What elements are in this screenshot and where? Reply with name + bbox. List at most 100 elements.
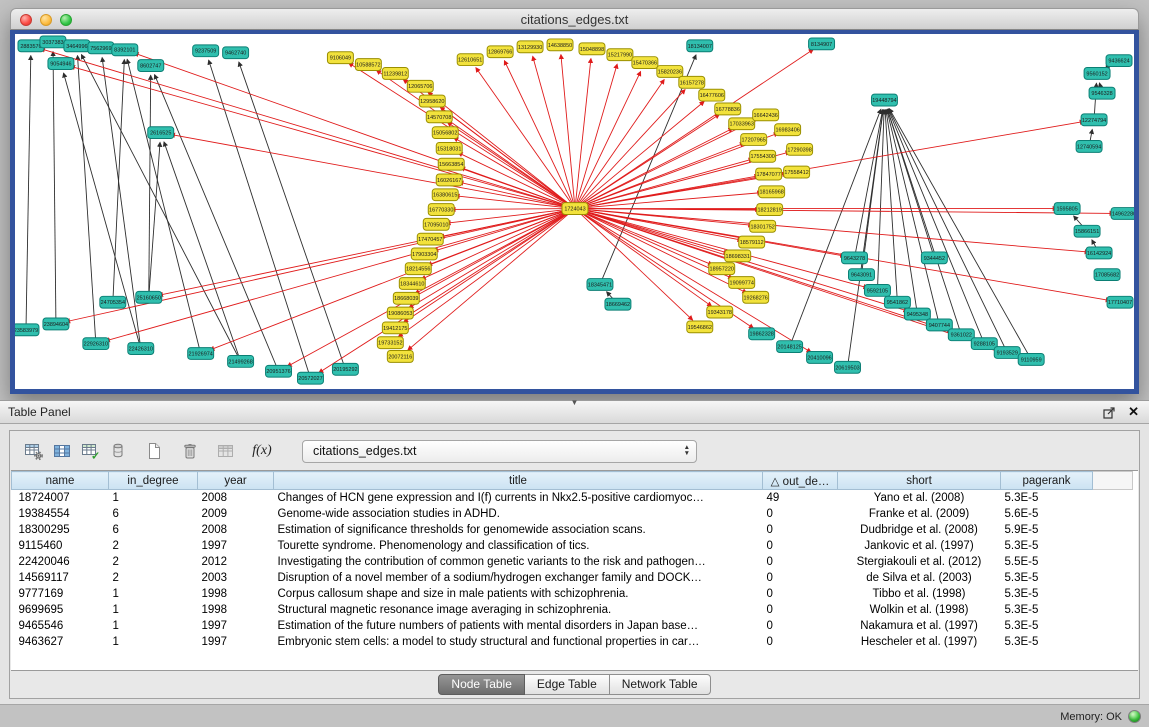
network-node[interactable]: 17290398: [787, 143, 813, 155]
column-header-short[interactable]: short: [838, 472, 1001, 490]
network-node[interactable]: 24705354: [100, 296, 126, 308]
network-node[interactable]: 20072116: [387, 351, 413, 363]
close-window-button[interactable]: [20, 14, 32, 26]
table-row[interactable]: 911546021997Tourette syndrome. Phenomeno…: [12, 538, 1133, 554]
table-cell[interactable]: Estimation of the future numbers of pati…: [274, 618, 763, 634]
column-header-name[interactable]: name: [12, 472, 109, 490]
network-node[interactable]: 8602747: [138, 60, 164, 72]
network-node[interactable]: 9643091: [849, 269, 875, 281]
network-node[interactable]: 7562969: [88, 42, 114, 54]
table-cell[interactable]: 18300295: [12, 522, 109, 538]
network-node[interactable]: 3464996: [64, 40, 90, 52]
network-node[interactable]: 9106049: [327, 52, 353, 64]
column-header-year[interactable]: year: [198, 472, 274, 490]
network-node[interactable]: 9541862: [884, 296, 910, 308]
network-node[interactable]: 16778836: [715, 103, 741, 115]
network-node[interactable]: 15318031: [436, 142, 462, 154]
column-header-out-de[interactable]: △ out_de…: [763, 472, 838, 490]
network-node[interactable]: 18301752: [750, 220, 776, 232]
network-canvas[interactable]: 1724043910604910588572112398121206570612…: [15, 34, 1134, 389]
network-node[interactable]: 15866151: [1074, 225, 1100, 237]
network-node[interactable]: 9546328: [1089, 87, 1115, 99]
network-node[interactable]: 17033963: [729, 118, 755, 130]
network-node[interactable]: 16983406: [775, 124, 801, 136]
table-cell[interactable]: 1: [109, 618, 198, 634]
table-cell[interactable]: Embryonic stem cells: a model to study s…: [274, 634, 763, 650]
network-node[interactable]: 20410096: [807, 352, 833, 364]
network-node[interactable]: 17710407: [1107, 296, 1133, 308]
network-node[interactable]: 15217990: [607, 49, 633, 61]
table-cell[interactable]: 6: [109, 506, 198, 522]
network-node[interactable]: 9193529: [994, 347, 1020, 359]
network-node[interactable]: 18669462: [605, 298, 631, 310]
table-cell[interactable]: Structural magnetic resonance image aver…: [274, 602, 763, 618]
table-cell[interactable]: 19384554: [12, 506, 109, 522]
network-node[interactable]: 18165968: [759, 186, 785, 198]
table-cell[interactable]: 1997: [198, 618, 274, 634]
network-node[interactable]: 20195292: [332, 363, 358, 375]
table-cell[interactable]: Nakamura et al. (1997): [838, 618, 1001, 634]
table-cell[interactable]: 9465546: [12, 618, 109, 634]
table-cell[interactable]: 2: [109, 554, 198, 570]
table-cell[interactable]: 0: [763, 634, 838, 650]
table-cell[interactable]: 22420046: [12, 554, 109, 570]
float-panel-icon[interactable]: [1103, 406, 1116, 419]
table-cell[interactable]: Genome-wide association studies in ADHD.: [274, 506, 763, 522]
column-header-in-degree[interactable]: in_degree: [109, 472, 198, 490]
table-cell[interactable]: 5.3E-5: [1001, 618, 1093, 634]
network-node[interactable]: 14638850: [547, 39, 573, 51]
table-row[interactable]: 946362711997Embryonic stem cells: a mode…: [12, 634, 1133, 650]
table-cell[interactable]: 2003: [198, 570, 274, 586]
table-mode-icon[interactable]: [20, 439, 48, 463]
network-node[interactable]: 9361022: [948, 329, 974, 341]
table-cell[interactable]: 9463627: [12, 634, 109, 650]
table-cell[interactable]: Estimation of significance thresholds fo…: [274, 522, 763, 538]
network-node[interactable]: 12740594: [1076, 141, 1102, 153]
table-cell[interactable]: 2008: [198, 522, 274, 538]
tab-network-table[interactable]: Network Table: [610, 674, 711, 695]
table-row[interactable]: 2242004622012Investigating the contribut…: [12, 554, 1133, 570]
table-cell[interactable]: 6: [109, 522, 198, 538]
table-cell[interactable]: 1: [109, 602, 198, 618]
table-cell[interactable]: 2012: [198, 554, 274, 570]
table-select-dropdown[interactable]: citations_edges.txt ▲ ▼: [302, 440, 697, 463]
network-node[interactable]: 16026167: [436, 174, 462, 186]
table-cell[interactable]: 1: [109, 586, 198, 602]
new-document-icon[interactable]: [140, 439, 168, 463]
network-node[interactable]: 12958620: [419, 95, 445, 107]
network-node[interactable]: 18579112: [739, 236, 765, 248]
column-header-pagerank[interactable]: pagerank: [1001, 472, 1093, 490]
table-cell[interactable]: Corpus callosum shape and size in male p…: [274, 586, 763, 602]
network-node[interactable]: 23894604: [43, 318, 69, 330]
table-cell[interactable]: Changes of HCN gene expression and I(f) …: [274, 490, 763, 506]
table-cell[interactable]: 2: [109, 570, 198, 586]
network-node[interactable]: 17554300: [750, 150, 776, 162]
network-node[interactable]: 16142924: [1086, 247, 1112, 259]
network-node[interactable]: 17095010: [423, 218, 449, 230]
network-node[interactable]: 19733152: [377, 337, 403, 349]
network-node[interactable]: 17558412: [784, 166, 810, 178]
tab-node-table[interactable]: Node Table: [438, 674, 525, 695]
network-node[interactable]: 16477606: [699, 89, 725, 101]
network-node[interactable]: 15470366: [632, 57, 658, 69]
network-node[interactable]: 9643278: [842, 252, 868, 264]
network-node[interactable]: 16770330: [428, 204, 454, 216]
table-cell[interactable]: 0: [763, 506, 838, 522]
network-node[interactable]: 18668039: [393, 292, 419, 304]
network-node[interactable]: 3037383: [40, 36, 66, 48]
network-node[interactable]: 19862328: [749, 328, 775, 340]
network-node[interactable]: 15820236: [657, 66, 683, 78]
table-cell[interactable]: 2008: [198, 490, 274, 506]
table-disabled-icon[interactable]: [212, 439, 240, 463]
network-node[interactable]: 1595805: [1054, 203, 1080, 215]
network-node[interactable]: 19546862: [687, 321, 713, 333]
table-cell[interactable]: 1: [109, 634, 198, 650]
table-cell[interactable]: Hescheler et al. (1997): [838, 634, 1001, 650]
close-panel-icon[interactable]: ✕: [1128, 404, 1139, 420]
network-node[interactable]: 22926310: [83, 338, 109, 350]
network-node[interactable]: 9560152: [1084, 68, 1110, 80]
network-node[interactable]: 20572027: [297, 372, 323, 384]
table-cell[interactable]: 5.9E-5: [1001, 522, 1093, 538]
table-cell[interactable]: 5.3E-5: [1001, 538, 1093, 554]
network-node[interactable]: 18212819: [757, 204, 783, 216]
